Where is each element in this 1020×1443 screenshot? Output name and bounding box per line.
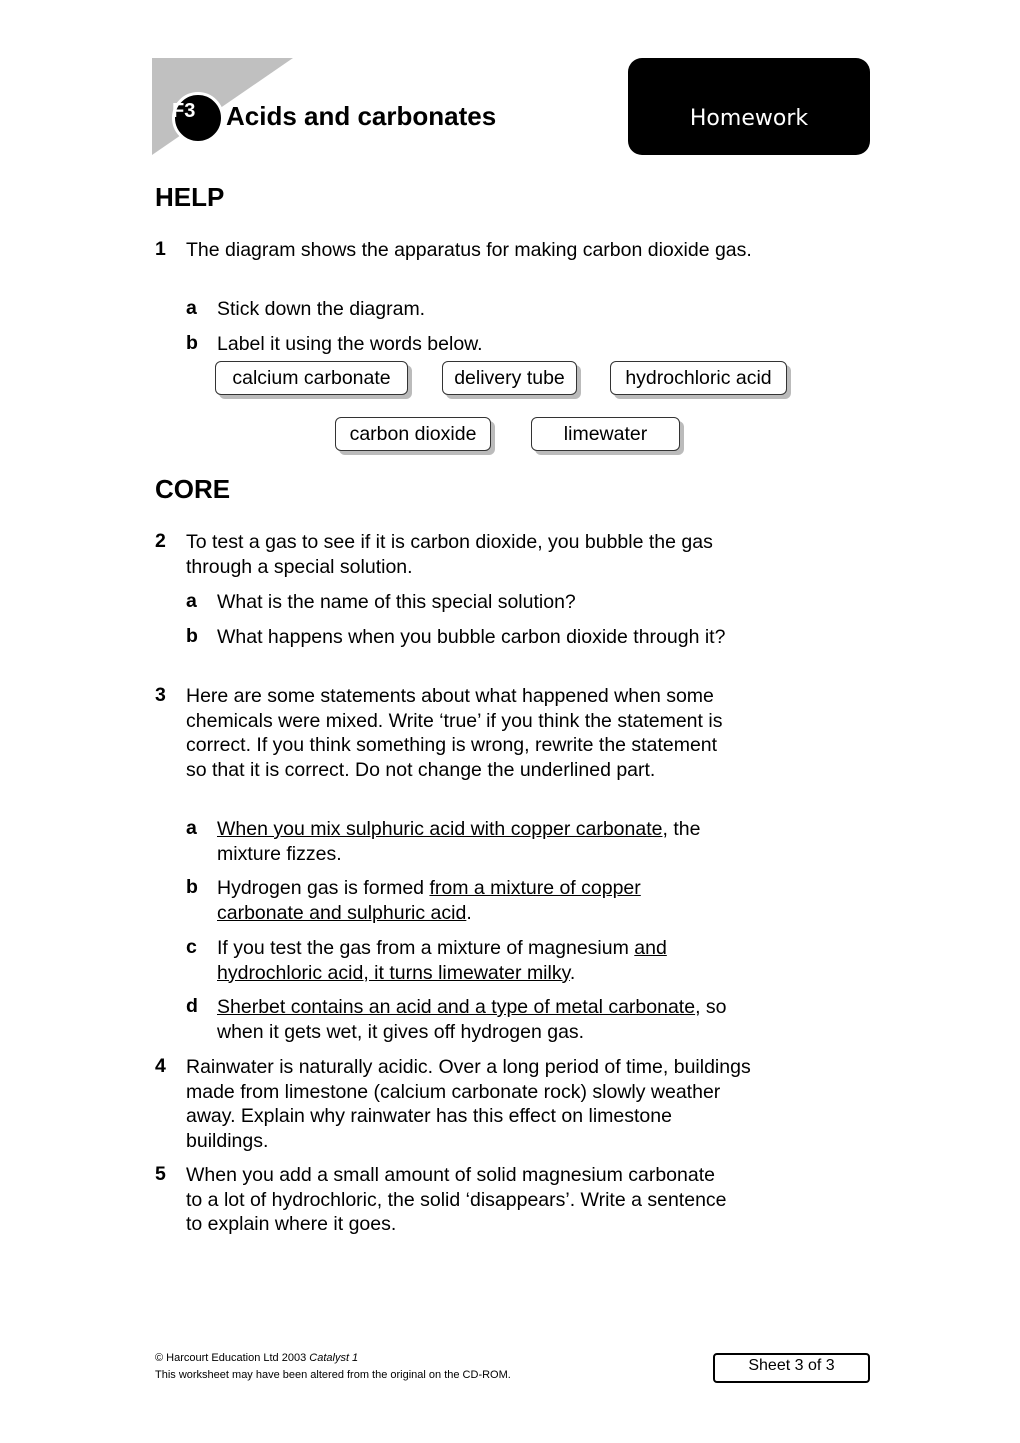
q2-text: To test a gas to see if it is carbon dio… <box>186 531 713 578</box>
page-title: Acids and carbonates <box>226 101 497 131</box>
unit-code: F3 <box>172 100 196 122</box>
q5-number: 5 <box>155 1163 166 1185</box>
q3b-letter: b <box>186 876 198 898</box>
q3d-statement: Sherbet contains an acid and a type of m… <box>217 995 757 1044</box>
q2b-letter: b <box>186 625 198 647</box>
section-help: HELP <box>155 182 225 212</box>
copyright-line: © Harcourt Education Ltd 2003 Catalyst 1 <box>155 1352 358 1364</box>
q3b-statement: Hydrogen gas is formed from a mixture of… <box>217 876 697 925</box>
q4-text: Rainwater is naturally acidic. Over a lo… <box>186 1056 751 1152</box>
q1b-text: Label it using the words below. <box>217 333 483 355</box>
q4-number: 4 <box>155 1055 166 1077</box>
alteration-note: This worksheet may have been altered fro… <box>155 1369 511 1381</box>
q3-number: 3 <box>155 684 166 706</box>
q1b-letter: b <box>186 332 198 354</box>
q3b-pre: Hydrogen gas is formed <box>217 877 430 899</box>
q1a-letter: a <box>186 297 197 319</box>
q2b-text: What happens when you bubble carbon diox… <box>217 626 726 648</box>
copyright-text: © Harcourt Education Ltd 2003 <box>155 1352 310 1364</box>
q1a-text: Stick down the diagram. <box>217 298 426 320</box>
q3c-pre: If you test the gas from a mixture of ma… <box>217 937 635 959</box>
word-card: delivery tube <box>442 361 577 395</box>
q3d-underlined: Sherbet contains an acid and a type of m… <box>217 996 696 1018</box>
q3c-letter: c <box>186 936 197 958</box>
q3a-underlined: When you mix sulphuric acid with copper … <box>217 818 663 840</box>
q1-number: 1 <box>155 238 166 260</box>
word-card: hydrochloric acid <box>610 361 787 395</box>
q3-text: Here are some statements about what happ… <box>186 685 723 781</box>
q3a-letter: a <box>186 817 197 839</box>
q2-number: 2 <box>155 530 166 552</box>
sheet-indicator: Sheet 3 of 3 <box>713 1353 870 1383</box>
q2a-text: What is the name of this special solutio… <box>217 591 576 613</box>
homework-label: Homework <box>689 106 809 131</box>
word-card: calcium carbonate <box>215 361 408 395</box>
q2a-letter: a <box>186 590 197 612</box>
q3c-statement: If you test the gas from a mixture of ma… <box>217 936 727 985</box>
q3d-letter: d <box>186 995 198 1017</box>
book-title: Catalyst 1 <box>309 1352 359 1364</box>
q3a-statement: When you mix sulphuric acid with copper … <box>217 817 757 866</box>
word-card: limewater <box>531 417 680 451</box>
q3b-rest: . <box>466 901 472 924</box>
q1-text: The diagram shows the apparatus for maki… <box>186 239 752 261</box>
q3c-rest: . <box>569 961 576 984</box>
q5-text: When you add a small amount of solid mag… <box>186 1164 727 1235</box>
section-core: CORE <box>155 474 231 504</box>
homework-badge: Homework <box>628 58 870 155</box>
word-card: carbon dioxide <box>335 417 491 451</box>
